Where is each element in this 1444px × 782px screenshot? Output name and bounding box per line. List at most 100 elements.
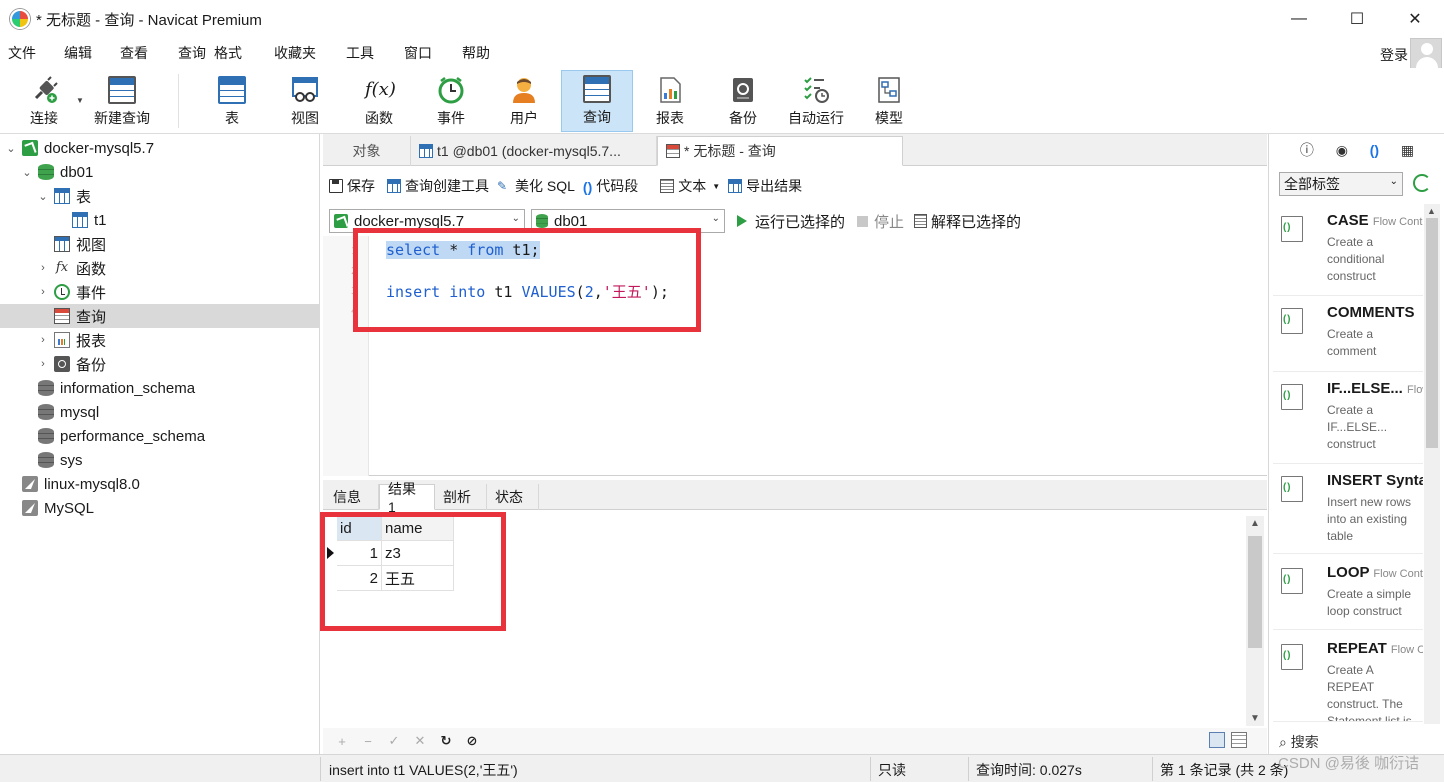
save-button[interactable]: 保存 bbox=[329, 176, 375, 196]
login-link[interactable]: 登录 bbox=[1380, 45, 1408, 65]
table-button[interactable]: 表 bbox=[208, 70, 256, 132]
code-snippet-icon[interactable]: () bbox=[1370, 142, 1379, 158]
tree-group-tables[interactable]: ⌄ 表 bbox=[0, 184, 320, 208]
user-button[interactable]: 用户 bbox=[499, 70, 549, 132]
tree-database-information-schema[interactable]: information_schema bbox=[0, 376, 320, 400]
tree-connection-docker-mysql57[interactable]: ⌄ docker-mysql5.7 bbox=[0, 136, 320, 160]
tab-info[interactable]: 信息 bbox=[325, 484, 379, 510]
menu-file[interactable]: 文件 bbox=[0, 43, 44, 63]
tree-group-events[interactable]: › 事件 bbox=[0, 280, 320, 304]
query-editor-toolbar: 保存 查询创建工具 ✎ 美化 SQL () 代码段 文本 ▼ 导出结果 bbox=[323, 170, 1267, 202]
collapse-chevron-icon[interactable]: ⌄ bbox=[4, 142, 18, 155]
explain-selected-button[interactable]: 解释已选择的 bbox=[914, 211, 1021, 232]
menu-tools[interactable]: 工具 bbox=[338, 43, 382, 63]
grid-icon[interactable]: ▦ bbox=[1401, 142, 1414, 159]
close-button[interactable]: ✕ bbox=[1386, 0, 1444, 38]
export-results-button[interactable]: 导出结果 bbox=[728, 176, 802, 196]
model-button[interactable]: 模型 bbox=[864, 70, 914, 132]
tree-group-queries[interactable]: 查询 bbox=[0, 304, 320, 328]
run-selected-button[interactable]: 运行已选择的 bbox=[737, 211, 845, 232]
text-mode-button[interactable]: 文本 ▼ bbox=[660, 176, 720, 196]
tab-profile[interactable]: 剖析 bbox=[435, 484, 487, 510]
scroll-up-icon[interactable]: ▲ bbox=[1250, 518, 1260, 529]
snippet-item[interactable]: INSERT Synta Insert new rows into an exi… bbox=[1273, 472, 1423, 554]
view-button[interactable]: 视图 bbox=[280, 70, 330, 132]
snippet-item[interactable]: COMMENTS Create a comment bbox=[1273, 304, 1423, 372]
menu-favorites[interactable]: 收藏夹 bbox=[266, 43, 324, 63]
tree-database-sys[interactable]: sys bbox=[0, 448, 320, 472]
database-icon bbox=[38, 452, 54, 468]
maximize-button[interactable]: ☐ bbox=[1328, 0, 1386, 38]
snippet-search[interactable]: ⌕ 搜索 bbox=[1279, 732, 1319, 752]
snippet-tag-filter[interactable]: 全部标签 ⌄ bbox=[1279, 172, 1403, 196]
tree-database-db01[interactable]: ⌄ db01 bbox=[0, 160, 320, 184]
tree-database-performance-schema[interactable]: performance_schema bbox=[0, 424, 320, 448]
query-icon bbox=[583, 75, 611, 103]
tree-group-reports[interactable]: › 报表 bbox=[0, 328, 320, 352]
scroll-up-icon[interactable]: ▲ bbox=[1427, 206, 1436, 216]
result-grid-scrollbar[interactable]: ▲ ▼ bbox=[1246, 516, 1264, 726]
automation-button[interactable]: 自动运行 bbox=[782, 70, 850, 132]
menu-edit[interactable]: 编辑 bbox=[56, 43, 100, 63]
snippet-item[interactable]: LOOP Flow Cont Create a simple loop cons… bbox=[1273, 564, 1423, 630]
tree-table-t1[interactable]: t1 bbox=[0, 208, 320, 232]
stop-button[interactable]: 停止 bbox=[857, 211, 904, 232]
connect-button[interactable]: 连接 bbox=[20, 70, 68, 132]
refresh-icon[interactable] bbox=[1413, 174, 1431, 192]
menu-view[interactable]: 查看 bbox=[112, 43, 156, 63]
tree-group-backups[interactable]: › 备份 bbox=[0, 352, 320, 376]
tab-status[interactable]: 状态 bbox=[487, 484, 539, 510]
tab-result-1[interactable]: 结果 1 bbox=[379, 481, 435, 515]
report-icon bbox=[54, 332, 70, 348]
tab-untitled-query[interactable]: * 无标题 - 查询 bbox=[657, 136, 903, 166]
expand-chevron-icon[interactable]: › bbox=[36, 334, 50, 346]
tab-objects[interactable]: 对象 bbox=[323, 136, 411, 166]
scroll-down-icon[interactable]: ▼ bbox=[1250, 713, 1260, 724]
snippet-item[interactable]: IF...ELSE... Flow Create a IF...ELSE... … bbox=[1273, 380, 1423, 464]
delete-row-button[interactable]: − bbox=[361, 734, 375, 749]
expand-chevron-icon[interactable]: › bbox=[36, 262, 50, 274]
discard-changes-button[interactable]: ✕ bbox=[413, 733, 427, 749]
menu-window[interactable]: 窗口 bbox=[396, 43, 440, 63]
tab-t1-table[interactable]: t1 @db01 (docker-mysql5.7... bbox=[411, 136, 657, 166]
tree-connection-mysql[interactable]: MySQL bbox=[0, 496, 320, 520]
grid-view-icon[interactable] bbox=[1209, 732, 1225, 748]
beautify-sql-button[interactable]: ✎ 美化 SQL bbox=[497, 176, 575, 196]
scroll-thumb[interactable] bbox=[1248, 536, 1262, 648]
query-builder-icon bbox=[387, 179, 401, 193]
form-view-icon[interactable] bbox=[1231, 732, 1247, 748]
expand-chevron-icon[interactable]: › bbox=[36, 286, 50, 298]
preview-icon[interactable]: ◉ bbox=[1336, 142, 1348, 159]
query-builder-button[interactable]: 查询创建工具 bbox=[387, 176, 489, 196]
snippet-item[interactable]: CASE Flow Cont Create a conditional cons… bbox=[1273, 212, 1423, 296]
new-query-button[interactable]: 新建查询 bbox=[90, 70, 154, 132]
backup-button[interactable]: 备份 bbox=[718, 70, 768, 132]
apply-changes-button[interactable]: ✓ bbox=[387, 733, 401, 749]
query-button[interactable]: 查询 bbox=[561, 70, 633, 132]
collapse-chevron-icon[interactable]: ⌄ bbox=[36, 190, 50, 203]
snippet-scrollbar[interactable]: ▲ bbox=[1424, 204, 1440, 724]
refresh-button[interactable]: ↻ bbox=[439, 733, 453, 749]
menu-format[interactable]: 格式 bbox=[214, 43, 250, 63]
info-icon[interactable]: ⓘ bbox=[1300, 140, 1314, 160]
collapse-chevron-icon[interactable]: ⌄ bbox=[20, 166, 34, 179]
event-button[interactable]: 事件 bbox=[426, 70, 476, 132]
connect-dropdown-icon[interactable]: ▼ bbox=[76, 96, 84, 105]
minimize-button[interactable]: — bbox=[1270, 0, 1328, 38]
tree-group-views[interactable]: 视图 bbox=[0, 232, 320, 256]
expand-chevron-icon[interactable]: › bbox=[36, 358, 50, 370]
menu-query[interactable]: 查询 bbox=[170, 43, 214, 63]
tree-group-functions[interactable]: › fx 函数 bbox=[0, 256, 320, 280]
report-button[interactable]: 报表 bbox=[646, 70, 694, 132]
tree-database-mysql[interactable]: mysql bbox=[0, 400, 320, 424]
stop-loading-button[interactable]: ⊘ bbox=[465, 733, 479, 749]
avatar[interactable] bbox=[1410, 38, 1442, 70]
menu-help[interactable]: 帮助 bbox=[454, 43, 498, 63]
add-row-button[interactable]: + bbox=[335, 734, 349, 749]
code-snippet-panel: ⓘ ◉ () ▦ 全部标签 ⌄ CASE Flow Cont Create a … bbox=[1268, 134, 1444, 754]
function-button[interactable]: f(x) 函数 bbox=[354, 70, 404, 132]
scroll-thumb[interactable] bbox=[1426, 218, 1438, 448]
tree-connection-linux-mysql80[interactable]: linux-mysql8.0 bbox=[0, 472, 320, 496]
snippet-item[interactable]: REPEAT Flow C Create A REPEAT construct.… bbox=[1273, 640, 1423, 722]
code-snippet-button[interactable]: () 代码段 bbox=[583, 176, 638, 196]
